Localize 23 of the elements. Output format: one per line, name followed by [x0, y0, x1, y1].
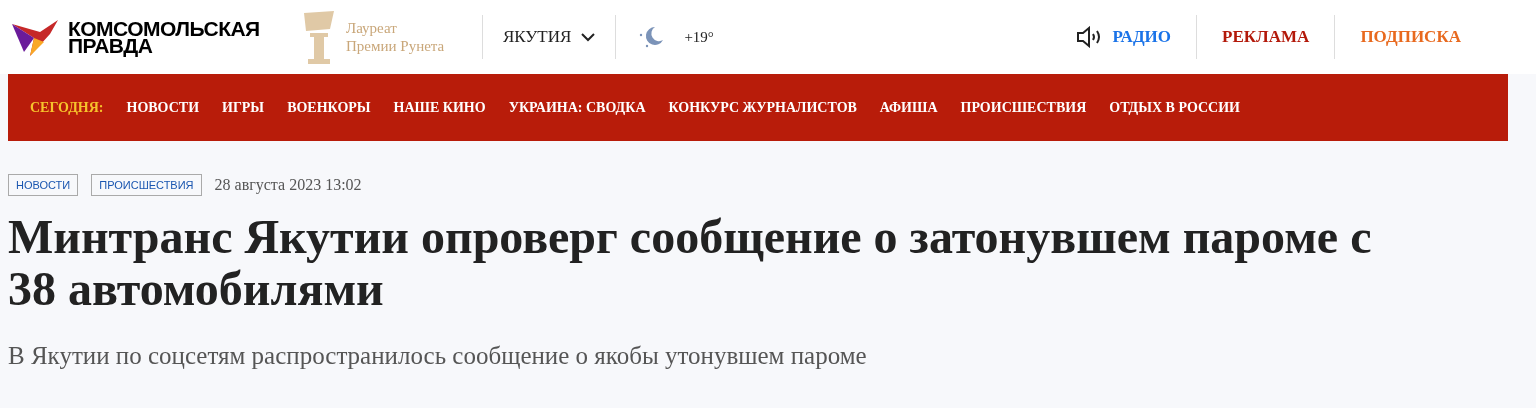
award-text: Лауреат — [346, 19, 398, 37]
nav-link[interactable]: УКРАИНА: СВОДКА — [508, 97, 646, 118]
nav-link[interactable]: НОВОСТИ — [126, 97, 199, 118]
nav-link[interactable]: ОТДЫХ В РОССИИ — [1109, 97, 1240, 118]
logo-text[interactable]: КОМСОМОЛЬСКАЯ — [68, 20, 260, 37]
tag-link[interactable]: ПРОИСШЕСТВИЯ — [91, 173, 202, 197]
nav-link[interactable]: ВОЕНКОРЫ — [287, 97, 371, 118]
nav-link[interactable]: ПРОИСШЕСТВИЯ — [960, 97, 1087, 118]
article-headline: Минтранс Якутии опроверг сообщение о затонувшем пароме с 38 автомобилями — [8, 211, 1373, 315]
nav-link[interactable]: ИГРЫ — [222, 97, 265, 118]
top-link[interactable]: РАДИО — [1112, 24, 1172, 50]
nav-link[interactable]: КОНКУРС ЖУРНАЛИСТОВ — [668, 97, 857, 118]
chevron-down-icon[interactable] — [581, 32, 596, 42]
top-link[interactable]: РЕКЛАМА — [1222, 24, 1310, 50]
article-date: 28 августа 2023 13:02 — [214, 175, 362, 196]
nav-link[interactable]: НАШЕ КИНО — [393, 97, 486, 118]
nav-link[interactable]: АФИША — [879, 97, 938, 118]
temperature-text: +19° — [684, 27, 714, 47]
award-text: Премии Рунета — [346, 37, 445, 55]
tag-link[interactable]: НОВОСТИ — [8, 173, 79, 197]
article-lead: В Якутии по соцсетям распространилось сообщение о якобы утонувшем пароме — [8, 341, 868, 371]
region-dropdown[interactable]: ЯКУТИЯ — [483, 24, 616, 50]
today-label: СЕГОДНЯ: — [30, 99, 104, 117]
